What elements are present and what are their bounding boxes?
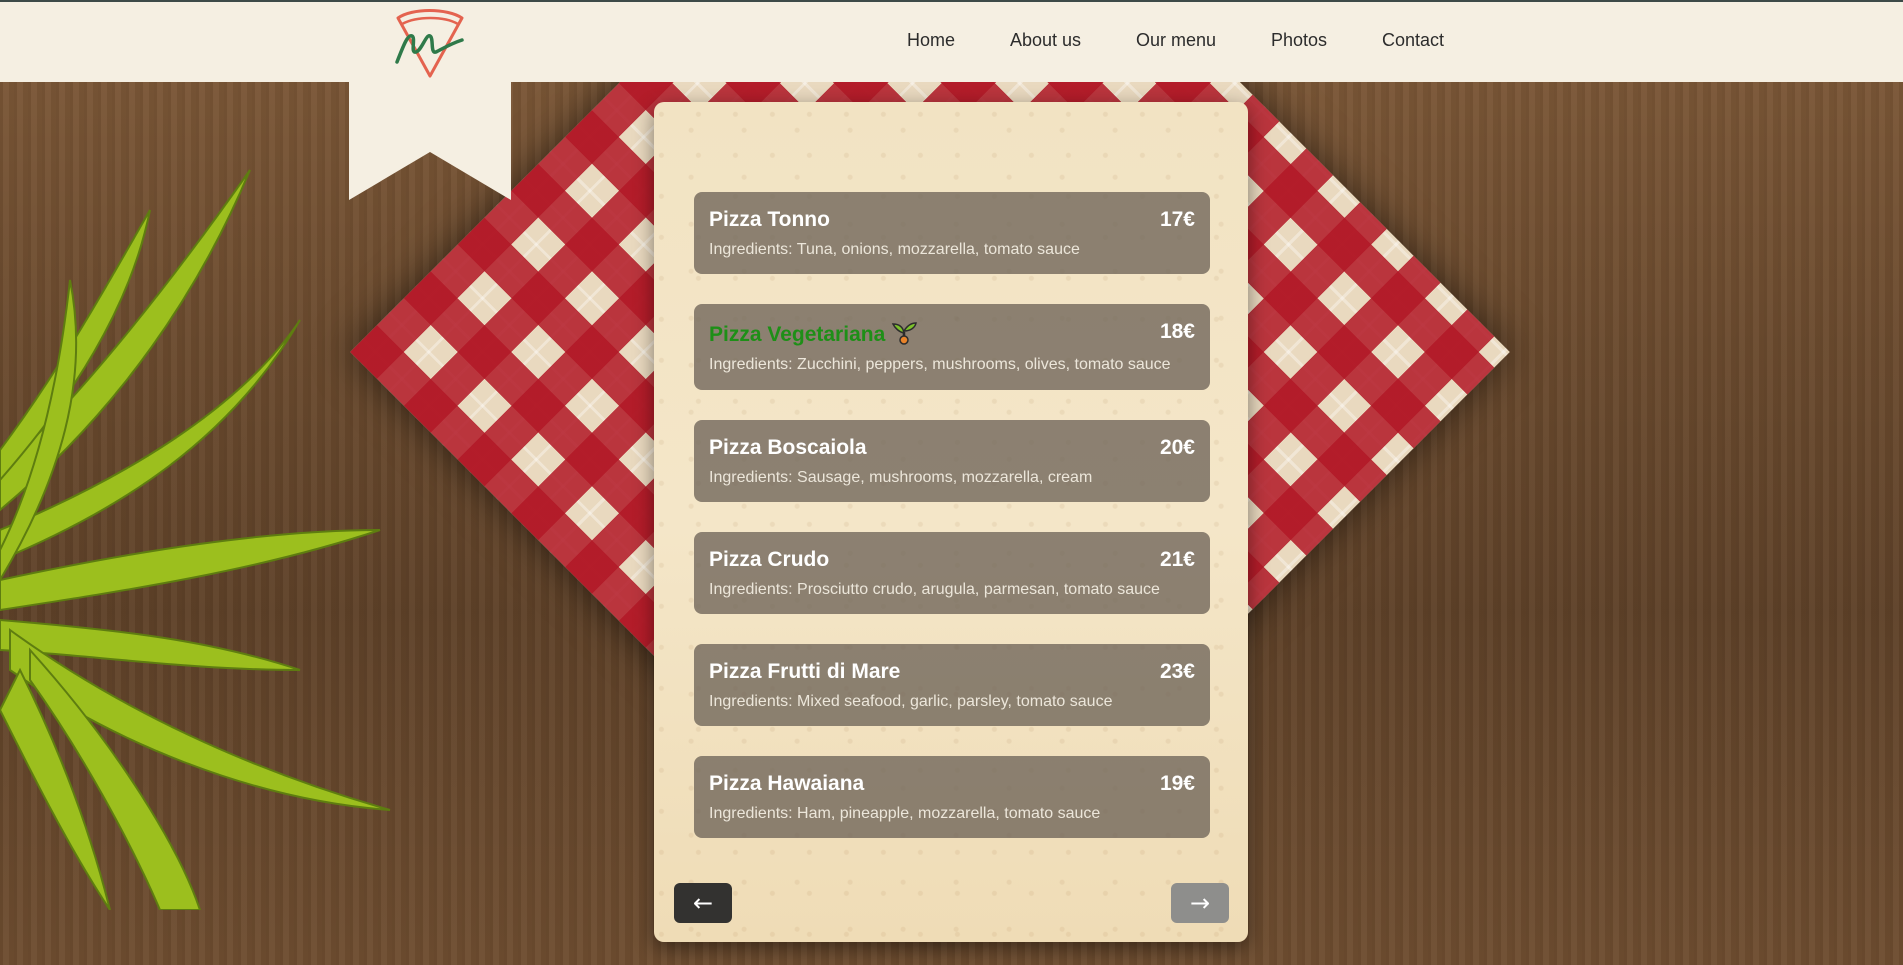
menu-item-price: 17€ <box>1159 208 1195 231</box>
menu-item: Pizza Boscaiola 20€ Ingredients: Sausage… <box>694 420 1210 502</box>
nav-about-us[interactable]: About us <box>1010 30 1081 51</box>
menu-item-price: 21€ <box>1159 548 1195 571</box>
nav-our-menu[interactable]: Our menu <box>1136 30 1216 51</box>
menu-item-price: 18€ <box>1159 320 1195 343</box>
menu-card: Pizza Tonno 17€ Ingredients: Tuna, onion… <box>654 102 1248 942</box>
main-nav: Home About us Our menu Photos Contact <box>0 30 1903 54</box>
plant-decoration <box>0 169 391 910</box>
menu-item: Pizza Hawaiana 19€ Ingredients: Ham, pin… <box>694 756 1210 838</box>
menu-item-name: Pizza Vegetariana <box>709 320 918 347</box>
menu-item: Pizza Vegetariana 18€ Ingredients: Zucch… <box>694 304 1210 390</box>
menu-item-ingredients: Ingredients: Prosciutto crudo, arugula, … <box>709 581 1160 598</box>
menu-item: Pizza Crudo 21€ Ingredients: Prosciutto … <box>694 532 1210 614</box>
menu-item-price: 20€ <box>1159 436 1195 459</box>
menu-item-name: Pizza Boscaiola <box>709 436 867 459</box>
menu-item-name: Pizza Tonno <box>709 208 830 231</box>
menu-item-name-text: Pizza Vegetariana <box>709 323 886 346</box>
menu-item-price: 23€ <box>1159 660 1195 683</box>
menu-item: Pizza Tonno 17€ Ingredients: Tuna, onion… <box>694 192 1210 274</box>
menu-item-name: Pizza Frutti di Mare <box>709 660 901 683</box>
menu-item-ingredients: Ingredients: Sausage, mushrooms, mozzare… <box>709 469 1093 486</box>
menu-item: Pizza Frutti di Mare 23€ Ingredients: Mi… <box>694 644 1210 726</box>
next-page-button[interactable]: → <box>1171 883 1229 923</box>
nav-contact[interactable]: Contact <box>1382 30 1444 51</box>
menu-item-ingredients: Ingredients: Mixed seafood, garlic, pars… <box>709 693 1113 710</box>
menu-item-name: Pizza Hawaiana <box>709 772 865 795</box>
nav-home[interactable]: Home <box>907 30 955 51</box>
menu-item-price: 19€ <box>1159 772 1195 795</box>
menu-item-ingredients: Ingredients: Tuna, onions, mozzarella, t… <box>709 241 1080 258</box>
previous-page-button[interactable]: ← <box>674 883 732 923</box>
menu-item-name: Pizza Crudo <box>709 548 830 571</box>
menu-item-ingredients: Ingredients: Zucchini, peppers, mushroom… <box>709 356 1171 373</box>
nav-photos[interactable]: Photos <box>1271 30 1327 51</box>
sprout-icon <box>892 322 918 345</box>
menu-item-ingredients: Ingredients: Ham, pineapple, mozzarella,… <box>709 805 1101 822</box>
